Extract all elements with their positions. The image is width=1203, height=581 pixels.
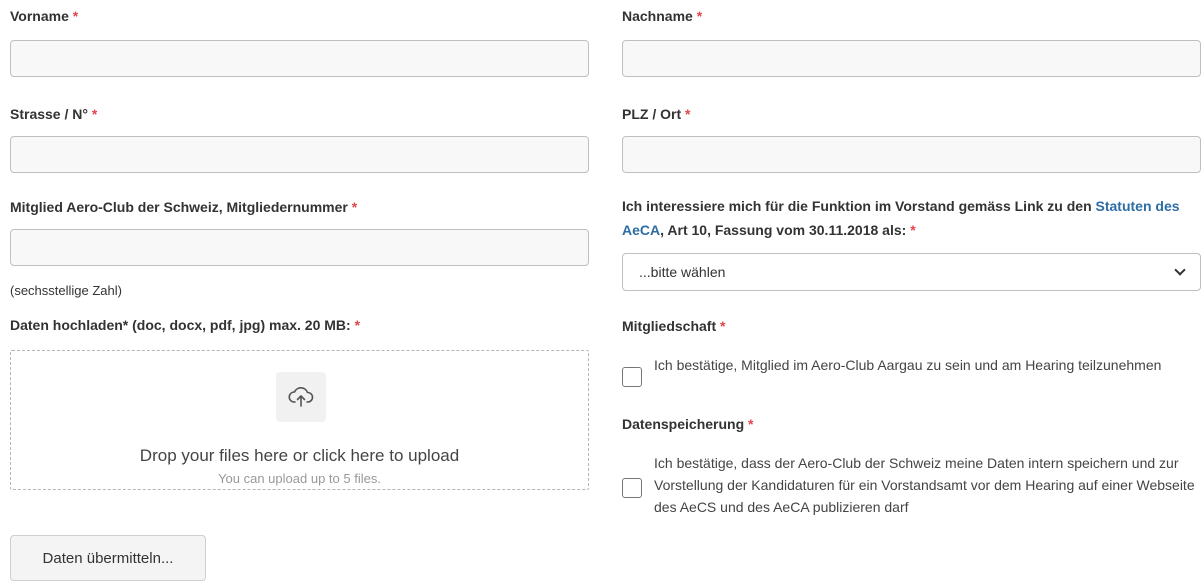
dropzone-limit-text: You can upload up to 5 files. — [218, 471, 381, 486]
cloud-upload-icon — [276, 372, 326, 422]
datenspeicherung-checkbox-row: Ich bestätige, dass der Aero-Club der Sc… — [622, 452, 1200, 518]
funktion-select[interactable]: ...bitte wählen — [622, 253, 1201, 291]
plz-ort-input[interactable] — [622, 136, 1201, 173]
datenspeicherung-label: Datenspeicherung * — [622, 416, 754, 432]
funktion-label: Ich interessiere mich für die Funktion i… — [622, 198, 1180, 238]
datenspeicherung-checkbox[interactable] — [622, 478, 642, 498]
chevron-down-icon — [1174, 264, 1186, 276]
mitglied-input[interactable] — [10, 229, 589, 266]
submit-button[interactable]: Daten übermitteln... — [10, 535, 206, 581]
vorname-input[interactable] — [10, 40, 589, 77]
datenspeicherung-checkbox-text: Ich bestätige, dass der Aero-Club der Sc… — [654, 455, 1195, 515]
mitgliedschaft-checkbox-row: Ich bestätige, Mitglied im Aero-Club Aar… — [622, 354, 1182, 387]
mitglied-label: Mitglied Aero-Club der Schweiz, Mitglied… — [10, 199, 358, 215]
mitgliedschaft-checkbox-text: Ich bestätige, Mitglied im Aero-Club Aar… — [654, 357, 1162, 373]
file-dropzone[interactable]: Drop your files here or click here to up… — [10, 350, 589, 490]
upload-label: Daten hochladen* (doc, docx, pdf, jpg) m… — [10, 317, 361, 333]
plz-ort-label: PLZ / Ort * — [622, 106, 691, 122]
dropzone-text: Drop your files here or click here to up… — [139, 446, 460, 465]
funktion-select-value: ...bitte wählen — [639, 264, 726, 280]
strasse-label: Strasse / N° * — [10, 106, 98, 122]
mitgliedschaft-label: Mitgliedschaft * — [622, 318, 726, 334]
nachname-input[interactable] — [622, 40, 1201, 77]
mitgliedschaft-checkbox[interactable] — [622, 367, 642, 387]
nachname-label: Nachname * — [622, 8, 703, 24]
vorname-label: Vorname * — [10, 8, 79, 24]
strasse-input[interactable] — [10, 136, 589, 173]
mitglied-help: (sechsstellige Zahl) — [10, 283, 122, 298]
